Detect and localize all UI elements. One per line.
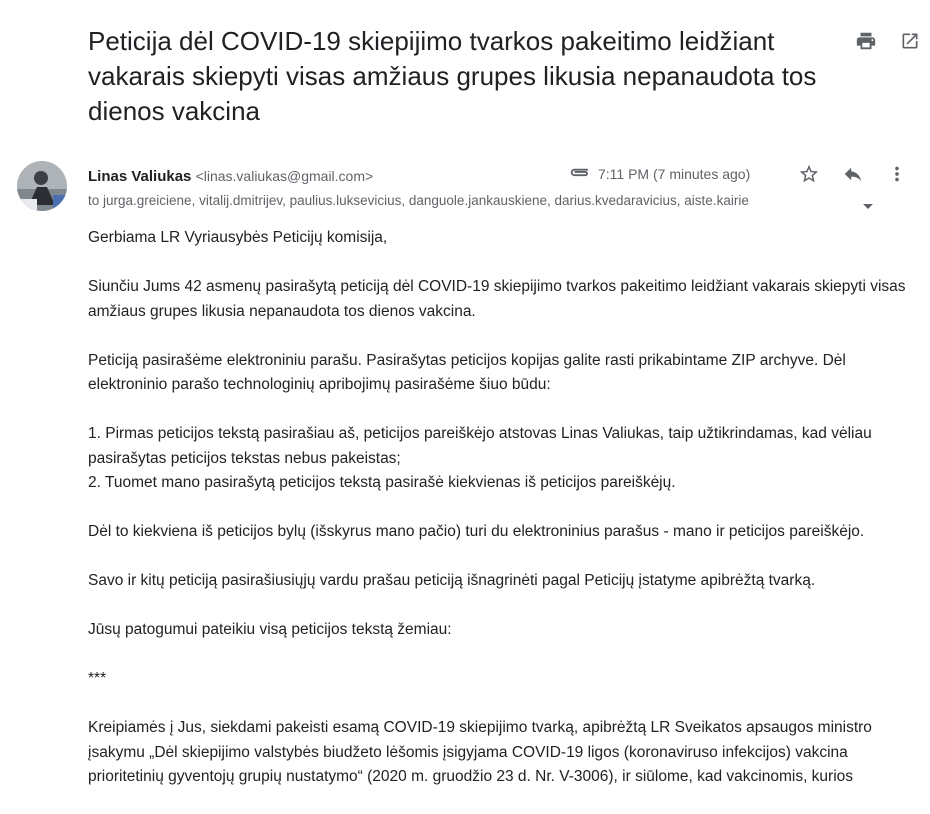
star-icon[interactable] xyxy=(798,163,820,185)
list-item: 1. Pirmas peticijos tekstą pasirašiau aš… xyxy=(88,425,872,467)
message-actions xyxy=(798,163,908,185)
email-body: Gerbiama LR Vyriausybės Peticijų komisij… xyxy=(88,226,913,814)
body-paragraph: Peticiją pasirašėme elektroniniu parašu.… xyxy=(88,351,846,394)
email-subject: Peticija dėl COVID-19 skiepijimo tvarkos… xyxy=(88,26,817,126)
message-time: 7:11 PM (7 minutes ago) xyxy=(598,165,751,182)
reply-icon[interactable] xyxy=(842,163,864,185)
body-paragraph: Dėl to kiekviena iš peticijos bylų (išsk… xyxy=(88,523,865,540)
greeting: Gerbiama LR Vyriausybės Peticijų komisij… xyxy=(88,229,388,246)
email-subject-container: Peticija dėl COVID-19 skiepijimo tvarkos… xyxy=(88,24,828,129)
more-vertical-icon[interactable] xyxy=(886,163,908,185)
sender-line: Linas Valiukas <linas.valiukas@gmail.com… xyxy=(88,166,373,187)
separator: *** xyxy=(88,670,107,687)
top-actions xyxy=(855,30,921,52)
avatar[interactable] xyxy=(17,161,67,211)
paperclip-icon xyxy=(568,165,590,182)
sender-email: <linas.valiukas@gmail.com> xyxy=(195,168,374,184)
open-in-new-window-icon[interactable] xyxy=(899,30,921,52)
sender-name[interactable]: Linas Valiukas xyxy=(88,168,191,185)
list-item: 2. Tuomet mano pasirašytą peticijos teks… xyxy=(88,474,676,491)
body-paragraph: Jūsų patogumui pateikiu visą peticijos t… xyxy=(88,621,452,638)
body-paragraph: Siunčiu Jums 42 asmenų pasirašytą petici… xyxy=(88,278,906,320)
message-meta: 7:11 PM (7 minutes ago) xyxy=(568,165,750,182)
body-paragraph: Kreipiamės į Jus, siekdami pakeisti esam… xyxy=(88,719,872,785)
print-icon[interactable] xyxy=(855,30,877,52)
body-paragraph: Savo ir kitų peticiją pasirašiusiųjų var… xyxy=(88,572,816,589)
caret-down-icon[interactable] xyxy=(863,197,873,215)
recipients[interactable]: to jurga.greiciene, vitalij.dmitrijev, p… xyxy=(88,192,858,210)
